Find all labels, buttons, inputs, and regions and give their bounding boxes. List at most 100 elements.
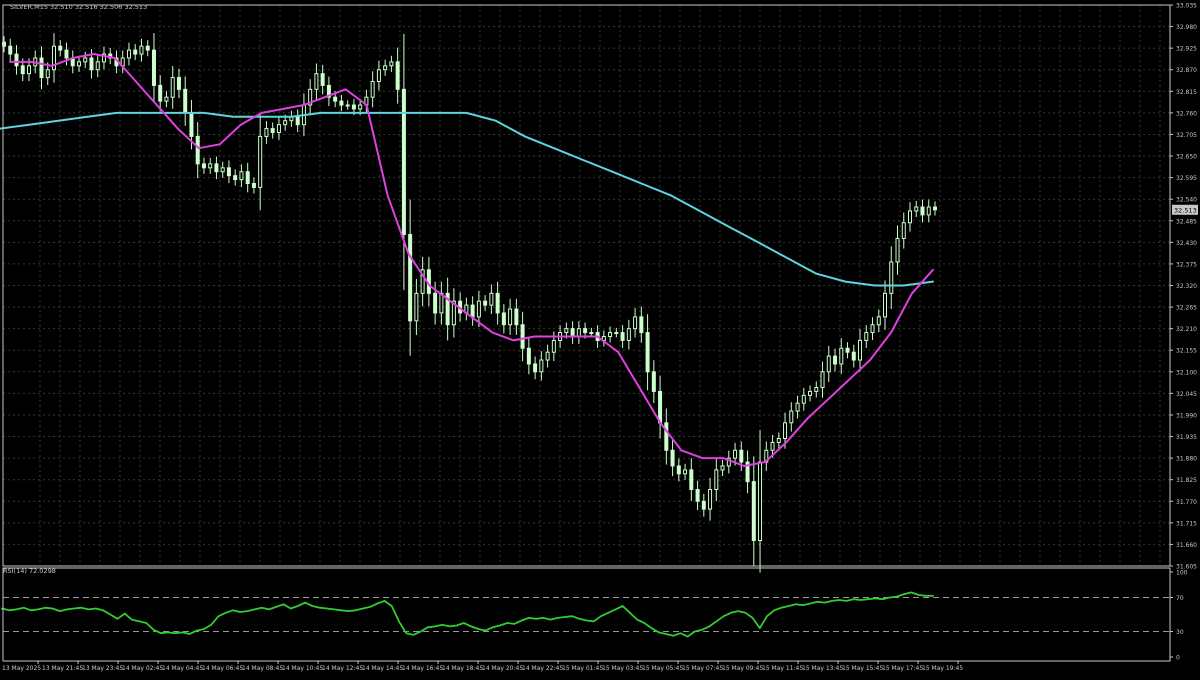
time-tick-label: 15 May 01:45 xyxy=(562,665,603,672)
price-tick-label: 32.485 xyxy=(1176,218,1197,225)
candle-body-bear xyxy=(145,45,150,51)
price-tick-label: 32.595 xyxy=(1176,175,1197,182)
rsi-tick-label: 0 xyxy=(1176,655,1180,662)
candle-body-bear xyxy=(64,49,69,59)
candle-body-bear xyxy=(583,328,588,334)
candle-body-bull xyxy=(383,65,388,71)
chart-root: 33.035 32.980 32.925 32.870 32.815 32.760 32.7… xyxy=(0,0,1200,675)
candle-body-bull xyxy=(714,469,719,490)
price-tick-label: 31.715 xyxy=(1176,520,1197,527)
time-tick-label: 15 May 03:45 xyxy=(602,665,643,672)
candle-body-bull xyxy=(876,316,881,326)
candle-body-bull xyxy=(258,135,263,188)
price-tick-label: 33.035 xyxy=(1176,3,1197,10)
time-tick-label: 14 May 08:45 xyxy=(242,665,283,672)
time-tick-label: 13 May 23:45 xyxy=(82,665,123,672)
candle-body-bear xyxy=(214,163,219,173)
candle-body-bear xyxy=(701,500,706,510)
price-tick-label: 32.650 xyxy=(1176,154,1197,161)
candle-body-bull xyxy=(389,61,394,67)
candle-body-bear xyxy=(689,469,694,490)
candle-body-bull xyxy=(789,410,794,424)
candle-body-bear xyxy=(226,167,231,177)
rsi-tick-label: 100 xyxy=(1176,570,1188,577)
candle-body-bear xyxy=(670,449,675,467)
candle-body-bull xyxy=(683,469,688,475)
price-tick-label: 32.430 xyxy=(1176,240,1197,247)
candle-body-bear xyxy=(189,112,194,137)
candle-body-bull xyxy=(708,489,713,510)
candle-body-bear xyxy=(395,61,400,90)
candle-body-bull xyxy=(633,316,638,330)
candle-body-bull xyxy=(908,210,913,224)
price-tick-label: 32.925 xyxy=(1176,46,1197,53)
time-tick-label: 15 May 19:45 xyxy=(922,665,963,672)
candle-body-bear xyxy=(195,135,200,165)
candle-body-bull xyxy=(126,49,131,59)
candle-body-bear xyxy=(151,49,156,86)
candle-body-bull xyxy=(776,438,781,443)
candle-body-bear xyxy=(470,304,475,318)
time-tick-label: 14 May 12:45 xyxy=(322,665,363,672)
candle-body-bear xyxy=(483,300,488,306)
time-tick-label: 15 May 11:45 xyxy=(762,665,803,672)
candle-body-bull xyxy=(626,328,631,341)
time-tick-label: 15 May 09:45 xyxy=(722,665,763,672)
rsi-tick-label: 30 xyxy=(1176,629,1184,636)
candle-body-bull xyxy=(170,77,175,98)
time-tick-label: 15 May 15:45 xyxy=(842,665,883,672)
candle-body-bear xyxy=(645,332,650,373)
price-tick-label: 31.825 xyxy=(1176,477,1197,484)
candle-body-bull xyxy=(826,355,831,373)
time-tick-label: 15 May 05:45 xyxy=(642,665,683,672)
time-tick-label: 14 May 18:45 xyxy=(442,665,483,672)
candle-body-bear xyxy=(851,351,856,361)
time-tick-label: 15 May 13:45 xyxy=(802,665,843,672)
candle-body-bull xyxy=(564,328,569,334)
candle-body-bear xyxy=(201,163,206,169)
candle-body-bull xyxy=(551,339,556,353)
candle-body-bull xyxy=(576,328,581,337)
price-tick-label: 31.990 xyxy=(1176,412,1197,419)
candle-body-bear xyxy=(20,65,25,75)
price-tick-label: 32.870 xyxy=(1176,67,1197,74)
candle-body-bear xyxy=(133,49,138,55)
candle-body-bear xyxy=(695,489,700,502)
candle-body-bull xyxy=(883,292,888,318)
candle-body-bear xyxy=(620,332,625,341)
time-tick-label: 14 May 02:45 xyxy=(122,665,163,672)
candle-body-bear xyxy=(89,57,94,71)
price-tick-label: 32.100 xyxy=(1176,369,1197,376)
candle-body-bear xyxy=(495,292,500,314)
candle-body-bull xyxy=(814,387,819,392)
candle-body-bull xyxy=(795,402,800,412)
price-tick-label: 32.705 xyxy=(1176,132,1197,139)
candle-body-bear xyxy=(520,324,525,349)
candle-body-bull xyxy=(345,104,350,107)
candle-body-bull xyxy=(314,73,319,90)
candle-body-bear xyxy=(833,355,838,365)
candle-body-bear xyxy=(920,206,925,216)
price-tick-label: 31.770 xyxy=(1176,499,1197,506)
current-price-label: 32.513 xyxy=(1174,206,1197,214)
time-tick-label: 14 May 20:45 xyxy=(482,665,523,672)
candle-body-bear xyxy=(339,100,344,106)
price-tick-label: 32.265 xyxy=(1176,305,1197,312)
rsi-label: RSI(14) 72.0298 xyxy=(3,567,56,575)
candle-body-bull xyxy=(370,81,375,98)
candle-body-bull xyxy=(820,371,825,388)
candle-body-bull xyxy=(139,45,144,55)
candle-body-bear xyxy=(739,449,744,463)
candle-body-bear xyxy=(408,234,413,322)
candle-body-bull xyxy=(539,359,544,373)
candle-body-bull xyxy=(914,206,919,212)
candle-body-bear xyxy=(251,183,256,188)
price-tick-label: 32.760 xyxy=(1176,110,1197,117)
candle-body-bull xyxy=(283,120,288,126)
time-tick-label: 13 May 2025 xyxy=(2,665,41,672)
candle-body-bull xyxy=(26,65,31,75)
candle-body-bull xyxy=(358,104,363,110)
price-tick-label: 32.320 xyxy=(1176,283,1197,290)
candle-body-bull xyxy=(545,351,550,361)
candle-body-bull xyxy=(476,300,481,318)
